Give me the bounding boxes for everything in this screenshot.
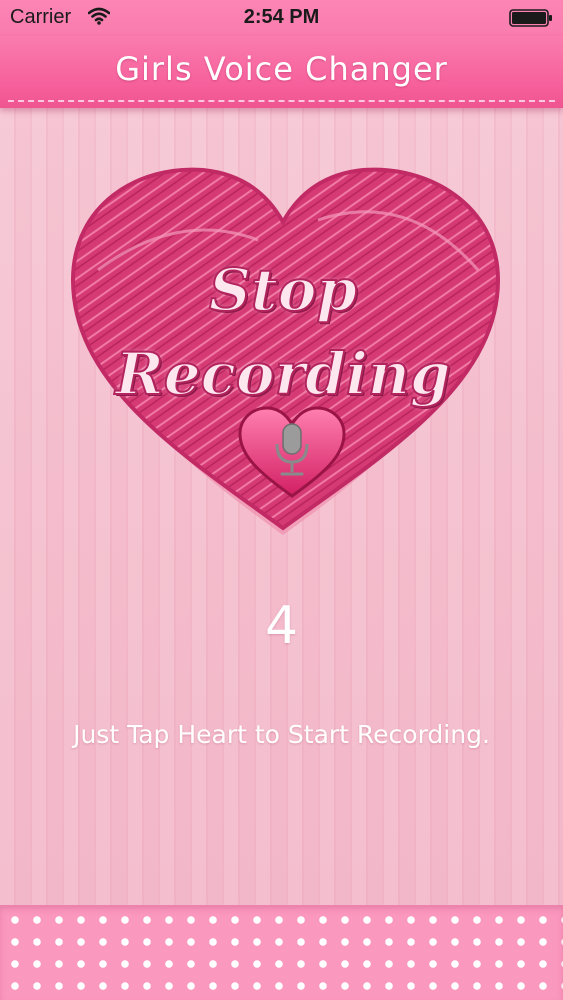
status-time: 2:54 PM — [243, 6, 320, 28]
record-heart-button[interactable]: Stop Recording — [58, 150, 508, 550]
heart-label-recording: Recording — [115, 339, 452, 409]
polka-dot-footer — [0, 905, 563, 1000]
page-title: Girls Voice Changer — [115, 50, 448, 88]
instruction-text: Just Tap Heart to Start Recording. — [73, 720, 490, 749]
nav-header: Girls Voice Changer — [0, 36, 563, 108]
recording-counter: 4 — [264, 596, 299, 656]
status-bar: Carrier 2:54 PM — [0, 0, 563, 36]
heart-label-stop: Stop — [208, 255, 358, 325]
battery-icon — [509, 9, 552, 27]
app-screen: Carrier 2:54 PM Girls Voice Changer Stop… — [0, 0, 563, 1000]
microphone-icon — [238, 406, 346, 498]
